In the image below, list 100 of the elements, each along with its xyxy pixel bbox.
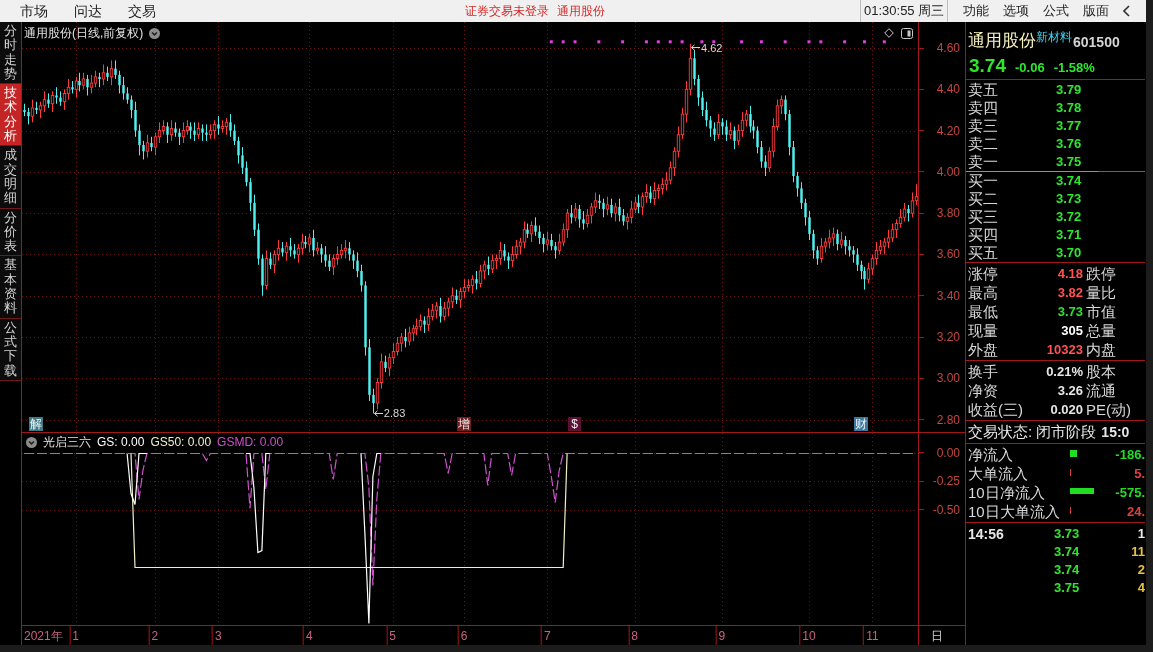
candlestick bbox=[166, 121, 169, 144]
candlestick bbox=[534, 216, 537, 237]
candlestick bbox=[775, 99, 780, 132]
panel-toggle-icon[interactable] bbox=[901, 27, 913, 39]
date-label: 2 bbox=[151, 628, 159, 643]
axis-label: 4.00 bbox=[936, 164, 960, 179]
side-tab[interactable]: 分价表 bbox=[0, 208, 21, 257]
menu-item[interactable]: 公式 bbox=[1043, 3, 1070, 19]
chevron-left-icon[interactable] bbox=[1123, 5, 1130, 17]
candlestick bbox=[733, 125, 736, 150]
candlestick bbox=[749, 105, 752, 134]
flow-value: -186. bbox=[1114, 445, 1145, 464]
stock-name[interactable]: 通用股份 bbox=[557, 4, 605, 18]
candlestick bbox=[664, 171, 669, 191]
side-tab[interactable]: 成交明细 bbox=[0, 146, 21, 209]
candlestick bbox=[736, 123, 741, 146]
side-tab[interactable]: 基本资料 bbox=[0, 256, 21, 319]
menu-item[interactable]: 问达 bbox=[74, 3, 102, 19]
candlestick bbox=[245, 161, 248, 187]
candlestick bbox=[237, 136, 240, 165]
candlestick bbox=[844, 235, 847, 255]
ask-price: 3.76 bbox=[1056, 135, 1082, 154]
candlestick bbox=[352, 249, 355, 270]
ask-label: 卖三 bbox=[968, 117, 999, 135]
candlestick bbox=[610, 198, 613, 218]
stat-value: 4.18 bbox=[1056, 264, 1083, 283]
stock-code: 601500 bbox=[1072, 34, 1120, 50]
menu-item[interactable]: 选项 bbox=[1003, 3, 1030, 19]
candlestick bbox=[446, 297, 451, 317]
candlestick bbox=[142, 140, 145, 160]
ask-price: 3.79 bbox=[1056, 81, 1082, 100]
candlestick bbox=[399, 332, 404, 352]
candlestick bbox=[122, 76, 125, 101]
candlestick bbox=[578, 204, 581, 229]
menu-item[interactable]: 功能 bbox=[963, 3, 990, 19]
candlestick bbox=[442, 301, 447, 322]
arrow-left-icon bbox=[373, 409, 383, 417]
candlestick bbox=[475, 270, 478, 291]
chevron-down-icon[interactable] bbox=[26, 436, 37, 448]
diamond-icon[interactable] bbox=[884, 28, 894, 38]
candlestick bbox=[613, 202, 618, 222]
candlestick bbox=[779, 94, 784, 115]
candlestick bbox=[856, 247, 859, 272]
menu-item[interactable]: 市场 bbox=[20, 3, 48, 19]
candlestick bbox=[233, 123, 236, 146]
bid-label: 买一 bbox=[968, 172, 999, 190]
candlestick bbox=[138, 123, 141, 156]
tick-price: 3.73 bbox=[1054, 525, 1081, 544]
candlestick bbox=[585, 208, 590, 229]
indicator-reading: GSMD: 0.00 bbox=[217, 435, 284, 449]
candlestick bbox=[812, 229, 815, 260]
menu-item[interactable]: 版面 bbox=[1083, 3, 1110, 19]
chevron-down-icon[interactable] bbox=[149, 27, 161, 39]
axis-label: 3.80 bbox=[936, 206, 960, 221]
bid-label: 买三 bbox=[968, 208, 999, 226]
candlestick bbox=[602, 198, 605, 218]
candlestick bbox=[804, 198, 807, 227]
date-label: 4 bbox=[306, 628, 313, 643]
candlestick bbox=[118, 70, 121, 94]
bid-price: 3.72 bbox=[1056, 208, 1082, 227]
candlestick bbox=[709, 115, 712, 138]
side-tab[interactable]: 技术分析 bbox=[0, 84, 21, 147]
axis-label: 3.40 bbox=[936, 288, 960, 303]
axis-label: 0.00 bbox=[936, 445, 960, 460]
candlestick bbox=[582, 210, 585, 231]
flow-label: 10日净流入 bbox=[968, 483, 1046, 502]
bid-price: 3.74 bbox=[1056, 172, 1082, 191]
event-marker[interactable]: $ bbox=[568, 417, 582, 431]
change-percent: -1.58% bbox=[1053, 59, 1095, 77]
flow-value: 24. bbox=[1125, 502, 1145, 521]
date-label: 11 bbox=[866, 628, 879, 643]
tick-volume: 2 bbox=[1136, 561, 1145, 580]
event-marker[interactable]: 增 bbox=[457, 417, 472, 431]
candlestick bbox=[910, 192, 915, 218]
candlestick bbox=[800, 181, 803, 210]
candlestick bbox=[241, 146, 244, 175]
stat-value: 0.21% bbox=[1045, 362, 1083, 381]
date-label: 10 bbox=[802, 628, 816, 643]
event-marker[interactable]: 财 bbox=[853, 417, 868, 431]
candlestick bbox=[886, 229, 891, 249]
stat-label: 市值 bbox=[1085, 302, 1116, 321]
candlestick bbox=[784, 94, 787, 121]
stat-label: 股本 bbox=[1085, 362, 1116, 381]
candlestick bbox=[89, 74, 94, 94]
ask-price: 3.78 bbox=[1056, 99, 1082, 118]
side-tab[interactable]: 分时走势 bbox=[0, 22, 21, 85]
event-marker[interactable]: 解 bbox=[28, 417, 43, 431]
sector-tag[interactable]: 新材料 bbox=[1036, 31, 1072, 43]
candlestick bbox=[676, 125, 681, 158]
date-label: 3 bbox=[214, 628, 222, 643]
axis-label: 3.60 bbox=[936, 247, 960, 262]
tick-price: 3.75 bbox=[1054, 579, 1081, 598]
candlestick bbox=[573, 202, 578, 222]
menu-item[interactable]: 交易 bbox=[128, 3, 156, 19]
flow-value: 5. bbox=[1133, 464, 1145, 483]
candlestick bbox=[324, 245, 327, 268]
candlestick bbox=[356, 251, 359, 278]
stat-value: 3.82 bbox=[1056, 283, 1083, 302]
side-tab[interactable]: 公式下载 bbox=[0, 318, 21, 381]
clock: 01:30:55 周三 bbox=[860, 0, 949, 22]
